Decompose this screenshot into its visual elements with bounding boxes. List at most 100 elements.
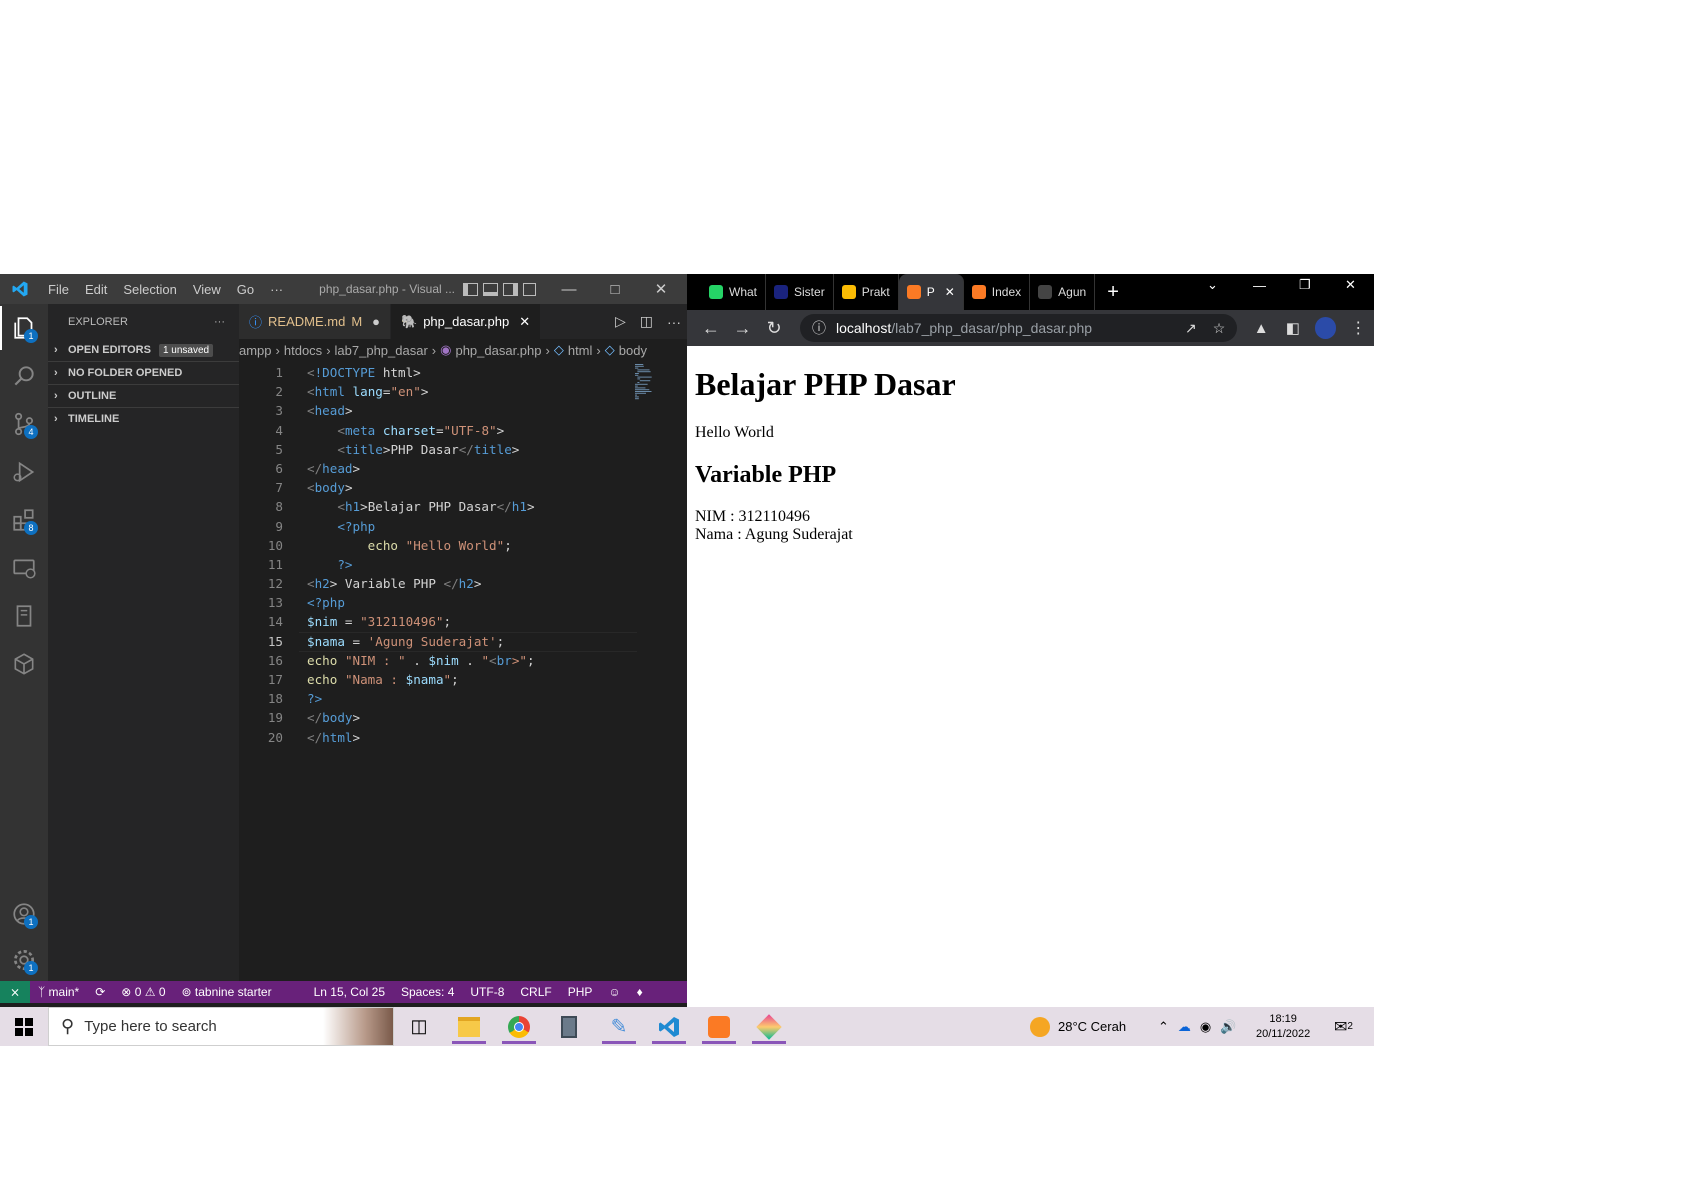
code-line[interactable]: 3 <head> (239, 401, 687, 420)
extensions-puzzle-icon[interactable]: ▲ (1245, 320, 1277, 337)
back-icon[interactable]: ← (695, 318, 727, 339)
minimize-icon[interactable]: — (546, 281, 592, 298)
code-line[interactable]: 19 </body> (239, 708, 687, 727)
code-line[interactable]: 4 <meta charset="UTF-8"> (239, 421, 687, 440)
feedback-icon[interactable]: ☺ (600, 985, 628, 999)
cursor-position[interactable]: Ln 15, Col 25 (306, 985, 393, 999)
weather-widget[interactable]: 28°C Cerah (1030, 1007, 1126, 1046)
close-icon[interactable]: ✕ (638, 280, 684, 298)
language-mode[interactable]: PHP (560, 985, 601, 999)
notebook-icon[interactable] (0, 594, 48, 638)
section-timeline[interactable]: › TIMELINE (48, 407, 239, 430)
side-panel-icon[interactable]: ◧ (1277, 319, 1309, 337)
tab-readme[interactable]: ⓘ README.md M ● (239, 304, 392, 339)
site-info-icon[interactable]: ⓘ (812, 318, 826, 338)
chrome-close-icon[interactable]: ✕ (1345, 274, 1356, 296)
menu-selection[interactable]: Selection (115, 282, 184, 297)
breadcrumb-item[interactable]: html (568, 343, 593, 358)
breadcrumb-item[interactable]: php_dasar.php (455, 343, 541, 358)
tab-close-icon[interactable]: ✕ (945, 285, 955, 299)
chrome-minimize-icon[interactable]: — (1253, 274, 1266, 296)
run-icon[interactable]: ▷ (615, 313, 626, 330)
browser-tab[interactable]: Agun (1030, 274, 1096, 310)
remote-explorer-icon[interactable] (0, 546, 48, 590)
tab-close-icon[interactable]: ✕ (519, 314, 530, 330)
menu-file[interactable]: File (40, 282, 77, 297)
section-outline[interactable]: › OUTLINE (48, 384, 239, 407)
code-line[interactable]: 20 </html> (239, 728, 687, 747)
run-debug-icon[interactable] (0, 450, 48, 494)
taskbar-search[interactable]: ⚲ Type here to search (48, 1007, 394, 1046)
browser-tab[interactable]: Sister (766, 274, 834, 310)
browser-tab[interactable]: Prakt (834, 274, 899, 310)
volume-icon[interactable]: 🔊 (1220, 1019, 1236, 1035)
vscode-taskbar-icon[interactable] (644, 1007, 694, 1046)
code-line[interactable]: 5 <title>PHP Dasar</title> (239, 440, 687, 459)
menu-view[interactable]: View (185, 282, 229, 297)
clock[interactable]: 18:19 20/11/2022 (1256, 1007, 1310, 1046)
address-bar[interactable]: ⓘ localhost/lab7_php_dasar/php_dasar.php… (799, 314, 1238, 342)
code-line[interactable]: 8 <h1>Belajar PHP Dasar</h1> (239, 497, 687, 516)
chrome-icon[interactable] (494, 1007, 544, 1046)
tab-php-dasar[interactable]: 🐘 php_dasar.php ✕ (391, 304, 542, 339)
code-line[interactable]: 17 echo "Nama : $nama"; (239, 670, 687, 689)
bookmark-star-icon[interactable]: ☆ (1213, 320, 1226, 337)
calculator-icon[interactable] (544, 1007, 594, 1046)
code-line[interactable]: 14 $nim = "312110496"; (239, 612, 687, 631)
network-icon[interactable]: ◉ (1200, 1019, 1211, 1035)
split-editor-icon[interactable]: ◫ (640, 313, 653, 330)
bell-icon[interactable]: ♦ (629, 985, 651, 999)
code-line[interactable]: 1 <!DOCTYPE html> (239, 363, 687, 382)
tab-search-icon[interactable]: ⌄ (1207, 274, 1218, 296)
more-actions-icon[interactable]: ··· (667, 314, 681, 330)
code-line[interactable]: 6 </head> (239, 459, 687, 478)
menu-go[interactable]: Go (229, 282, 262, 297)
browser-tab[interactable]: Index (964, 274, 1031, 310)
explorer-icon[interactable]: 1 (0, 306, 48, 350)
search-icon[interactable] (0, 354, 48, 398)
breadcrumb-item[interactable]: lab7_php_dasar (335, 343, 428, 358)
unsaved-dot-icon[interactable]: ● (372, 314, 380, 329)
chrome-menu-icon[interactable]: ⋮ (1342, 318, 1374, 338)
breadcrumb-item[interactable]: htdocs (284, 343, 322, 358)
explorer-more-button[interactable]: ··· (214, 316, 225, 328)
code-line[interactable]: 13 <?php (239, 593, 687, 612)
sync-icon[interactable]: ⟳ (87, 985, 113, 999)
share-icon[interactable]: ↗ (1185, 320, 1197, 337)
toggle-sidebar-icon[interactable] (463, 282, 479, 296)
code-line[interactable]: 10 echo "Hello World"; (239, 536, 687, 555)
indentation[interactable]: Spaces: 4 (393, 985, 462, 999)
breadcrumb-item[interactable]: ampp (239, 343, 272, 358)
code-line[interactable]: 9 <?php (239, 517, 687, 536)
section-no-folder[interactable]: › NO FOLDER OPENED (48, 361, 239, 384)
remote-indicator-icon[interactable]: ⨯ (0, 981, 30, 1003)
windows-start-icon[interactable] (0, 1007, 48, 1046)
task-view-icon[interactable]: ◫ (394, 1007, 444, 1046)
notification-center-icon[interactable]: ✉ 2 (1334, 1007, 1353, 1046)
chevron-up-icon[interactable]: ⌃ (1158, 1019, 1169, 1035)
package-icon[interactable] (0, 642, 48, 686)
forward-icon[interactable]: → (727, 318, 759, 339)
code-line[interactable]: 12 <h2> Variable PHP </h2> (239, 574, 687, 593)
paint-icon[interactable]: ✎ (594, 1007, 644, 1046)
customize-layout-icon[interactable] (523, 282, 537, 296)
minimap[interactable] (633, 362, 673, 402)
gitkraken-icon[interactable] (744, 1007, 794, 1046)
file-explorer-icon[interactable] (444, 1007, 494, 1046)
code-line[interactable]: 2 <html lang="en"> (239, 382, 687, 401)
code-line[interactable]: 11 ?> (239, 555, 687, 574)
branch-status[interactable]: ᛉ main* (30, 985, 87, 999)
browser-tab[interactable]: P ✕ (898, 274, 964, 310)
chrome-restore-icon[interactable]: ❐ (1299, 274, 1311, 296)
code-line[interactable]: 18 ?> (239, 689, 687, 708)
onedrive-icon[interactable]: ☁ (1178, 1019, 1191, 1035)
problems-status[interactable]: ⊗ 0 ⚠ 0 (113, 985, 173, 999)
extensions-icon[interactable]: 8 (0, 498, 48, 542)
code-line[interactable]: 16 echo "NIM : " . $nim . "<br>"; (239, 651, 687, 670)
encoding[interactable]: UTF-8 (462, 985, 512, 999)
profile-avatar[interactable] (1314, 317, 1337, 339)
tabnine-status[interactable]: ⊚ tabnine starter (174, 985, 280, 999)
code-line[interactable]: 7 <body> (239, 478, 687, 497)
line-ending[interactable]: CRLF (512, 985, 559, 999)
reload-icon[interactable]: ↻ (758, 318, 790, 339)
